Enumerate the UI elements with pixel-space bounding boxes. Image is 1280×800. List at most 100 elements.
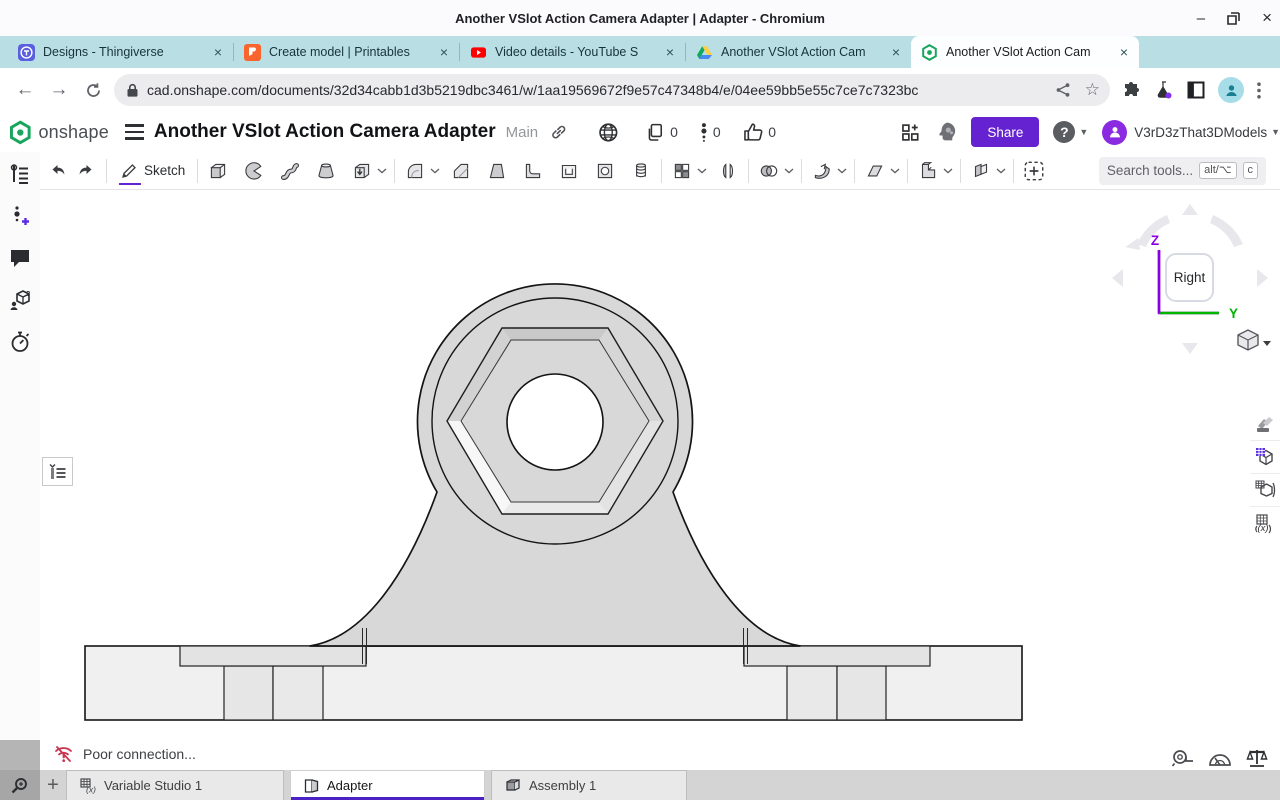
boolean-dropdown[interactable] <box>783 156 795 186</box>
doc-tab-label: Variable Studio 1 <box>104 778 203 793</box>
learning-panel-button[interactable]: ? <box>6 286 34 314</box>
svg-text:?: ? <box>26 291 30 298</box>
like-icon[interactable] <box>743 122 764 142</box>
protractor-icon[interactable] <box>1208 748 1232 768</box>
right-view-panel: (x) <box>1250 408 1280 539</box>
feature-list-panel-button[interactable] <box>6 160 34 188</box>
extrude-tool-button[interactable] <box>204 156 232 186</box>
browser-menu-icon[interactable] <box>1257 81 1261 99</box>
doc-tab-assembly[interactable]: Assembly 1 <box>491 770 687 800</box>
fillet-tool-button[interactable] <box>401 156 429 186</box>
split-tool-button[interactable] <box>808 156 836 186</box>
share-page-icon[interactable] <box>1055 82 1071 98</box>
plane-tool-button[interactable] <box>861 156 889 186</box>
copies-icon[interactable] <box>646 123 665 142</box>
extensions-icon[interactable] <box>1122 81 1141 100</box>
share-button[interactable]: Share <box>971 117 1040 147</box>
minimize-button[interactable]: – <box>1197 10 1205 27</box>
close-tab-icon[interactable]: × <box>663 44 677 60</box>
close-tab-icon[interactable]: × <box>889 44 903 60</box>
back-button[interactable]: ← <box>8 73 42 107</box>
bookmark-star-icon[interactable]: ☆ <box>1085 80 1100 100</box>
display-states-panel-button[interactable] <box>1250 474 1280 507</box>
tab-manager-corner[interactable] <box>0 770 40 800</box>
user-name: V3rD3zThat3DModels <box>1134 124 1268 140</box>
side-panel-icon[interactable] <box>1187 81 1205 99</box>
thread-tool-button[interactable] <box>627 156 655 186</box>
appearance-panel-button[interactable] <box>1250 408 1280 441</box>
onshape-brand-text: onshape <box>38 121 109 142</box>
fillet-dropdown[interactable] <box>429 156 441 186</box>
history-panel-button[interactable] <box>6 328 34 356</box>
close-tab-icon[interactable]: × <box>437 44 451 60</box>
document-menu-button[interactable] <box>124 124 144 140</box>
hole-tool-button[interactable] <box>591 156 619 186</box>
onshape-header: onshape Another VSlot Action Camera Adap… <box>0 112 1280 152</box>
plane-dropdown[interactable] <box>889 156 901 186</box>
mirror-tool-button[interactable] <box>714 156 742 186</box>
surface-dropdown[interactable] <box>995 156 1007 186</box>
rib-tool-button[interactable] <box>519 156 547 186</box>
browser-tab-thingiverse[interactable]: Designs - Thingiverse × <box>8 36 233 68</box>
named-views-panel-button[interactable] <box>1250 441 1280 474</box>
mass-properties-icon[interactable] <box>1246 748 1268 768</box>
transform-dropdown[interactable] <box>942 156 954 186</box>
draft-tool-button[interactable] <box>483 156 511 186</box>
versions-panel-button[interactable] <box>6 202 34 230</box>
workspace-name[interactable]: Main <box>506 124 539 141</box>
doc-tab-adapter-active[interactable]: Adapter <box>290 770 485 800</box>
copy-link-icon[interactable] <box>550 123 568 141</box>
tape-measure-icon[interactable] <box>1171 748 1194 768</box>
comments-panel-button[interactable] <box>6 244 34 272</box>
versions-icon[interactable] <box>700 122 708 142</box>
browser-tab-drive[interactable]: Another VSlot Action Cam × <box>686 36 911 68</box>
ai-assistant-icon[interactable] <box>935 120 960 145</box>
forward-button[interactable]: → <box>42 73 76 107</box>
boolean-tool-button[interactable] <box>755 156 783 186</box>
axis-y-label: Y <box>1229 306 1238 321</box>
close-tab-icon[interactable]: × <box>1117 44 1131 60</box>
surface-tool-button[interactable] <box>967 156 995 186</box>
restore-button[interactable] <box>1227 11 1240 25</box>
close-window-button[interactable]: × <box>1262 8 1272 28</box>
browser-tab-strip: Designs - Thingiverse × Create model | P… <box>0 36 1280 96</box>
undo-button[interactable] <box>44 156 72 186</box>
browser-tab-youtube[interactable]: Video details - YouTube S × <box>460 36 685 68</box>
pattern-dropdown[interactable] <box>696 156 708 186</box>
sweep-tool-button[interactable] <box>276 156 304 186</box>
shell-tool-button[interactable] <box>555 156 583 186</box>
thingiverse-icon <box>18 43 35 61</box>
revolve-tool-button[interactable] <box>240 156 268 186</box>
thicken-tool-button[interactable] <box>348 156 376 186</box>
apps-grid-icon[interactable] <box>900 122 921 143</box>
copies-count: 0 <box>670 124 678 140</box>
address-bar[interactable]: cad.onshape.com/documents/32d34cabb1d3b5… <box>114 74 1110 106</box>
redo-button[interactable] <box>72 156 100 186</box>
reload-button[interactable] <box>76 73 110 107</box>
model-through-hole <box>506 373 604 471</box>
split-dropdown[interactable] <box>836 156 848 186</box>
sketch-tool-button[interactable]: Sketch <box>113 156 191 186</box>
transform-tool-button[interactable] <box>914 156 942 186</box>
thicken-dropdown[interactable] <box>376 156 388 186</box>
doc-tab-variable-studio[interactable]: (x) Variable Studio 1 <box>66 770 284 800</box>
linear-pattern-tool-button[interactable] <box>668 156 696 186</box>
insert-new-tab-button[interactable]: + <box>40 770 66 800</box>
browser-tab-onshape-active[interactable]: Another VSlot Action Cam × <box>911 36 1139 68</box>
printables-icon <box>244 43 261 61</box>
feature-list-toggle-button[interactable] <box>42 457 73 486</box>
chamfer-tool-button[interactable] <box>447 156 475 186</box>
user-menu[interactable]: V3rD3zThat3DModels ▼ <box>1102 119 1280 145</box>
public-globe-icon[interactable] <box>598 122 619 143</box>
browser-tab-printables[interactable]: Create model | Printables × <box>234 36 459 68</box>
loft-tool-button[interactable] <box>312 156 340 186</box>
browser-profile-avatar[interactable] <box>1218 77 1244 103</box>
isometric-view-button[interactable] <box>1237 329 1271 351</box>
custom-feature-button[interactable] <box>1020 156 1048 186</box>
onshape-logo-icon[interactable] <box>8 119 33 145</box>
configurations-panel-button[interactable]: (x) <box>1250 507 1280 539</box>
search-tools-input[interactable]: Search tools... alt/⌥ c <box>1098 156 1266 185</box>
help-button[interactable]: ? ▼ <box>1053 121 1088 143</box>
close-tab-icon[interactable]: × <box>211 44 225 60</box>
lab-extension-icon[interactable] <box>1154 80 1174 100</box>
